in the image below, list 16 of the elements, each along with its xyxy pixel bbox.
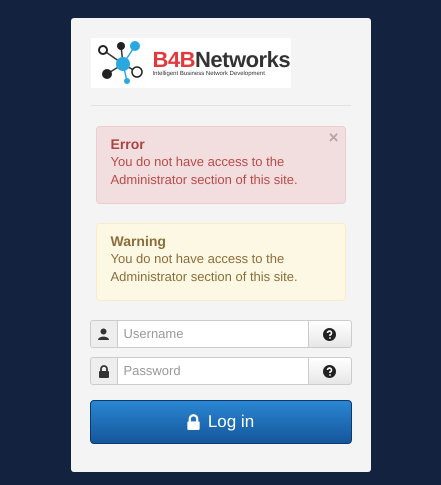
help-icon — [323, 328, 336, 340]
help-icon — [323, 364, 336, 378]
brand-name: Networks — [195, 49, 290, 71]
alert-message: You do not have access to the Administrator section of this site. — [110, 153, 299, 189]
user-icon — [98, 328, 109, 340]
lock-icon — [186, 414, 200, 430]
brand-prefix: B4B — [152, 49, 196, 71]
help-button[interactable] — [308, 320, 352, 348]
alert-message: You do not have access to the Administrator section of this site. — [110, 250, 299, 286]
help-button[interactable] — [308, 357, 352, 385]
alert-title: Warning — [110, 233, 167, 250]
lock-icon — [98, 364, 108, 378]
login-button[interactable]: Log in — [90, 400, 352, 444]
alert-title: Error — [110, 136, 146, 153]
input-field[interactable]: Password — [118, 357, 308, 385]
input-field[interactable]: Username — [118, 320, 308, 348]
